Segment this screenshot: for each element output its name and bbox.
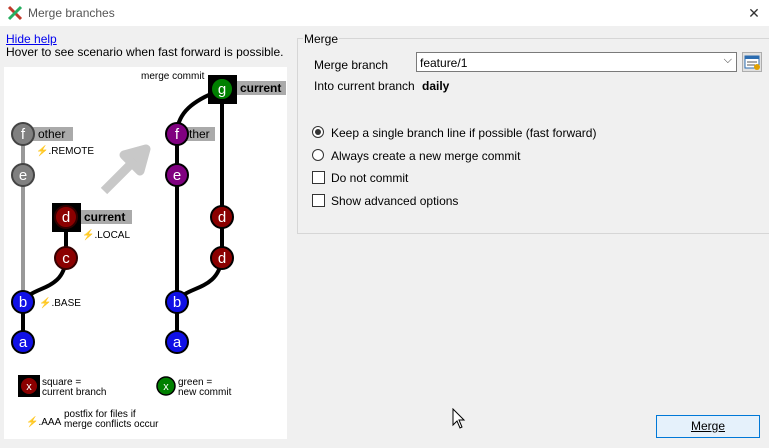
merge-commit-label: merge commit — [141, 71, 205, 82]
merge-branch-value: feature/1 — [420, 56, 468, 70]
commit-c-label: c — [62, 250, 70, 267]
transition-arrow — [100, 144, 151, 195]
do-not-commit-checkbox[interactable] — [312, 171, 325, 184]
commit-a-label: a — [19, 334, 28, 351]
legend-green-x: x — [163, 381, 169, 393]
always-merge-commit-label[interactable]: Always create a new merge commit — [331, 149, 520, 163]
merge-branch-label: Merge branch — [314, 58, 389, 72]
commit-e-after-label: e — [173, 167, 181, 184]
commit-d-label: d — [62, 209, 70, 226]
merge-button[interactable]: Merge — [656, 415, 760, 438]
git-extensions-icon — [7, 5, 23, 21]
legend-postfix-text-2: merge conflicts occur — [64, 419, 159, 430]
hide-help-link[interactable]: Hide help — [6, 32, 57, 46]
current-branch-value: daily — [422, 79, 450, 93]
commit-g-after-label: g — [218, 81, 226, 98]
close-icon: ✕ — [748, 5, 760, 21]
window-title: Merge branches — [28, 6, 115, 20]
local-postfix: .LOCAL — [94, 230, 130, 241]
merge-branch-dropdown[interactable]: feature/1 ⌵ — [416, 52, 737, 72]
commit-b-label: b — [19, 294, 27, 311]
mouse-cursor-icon — [452, 408, 466, 429]
commit-e-label: e — [19, 167, 27, 184]
local-label: ⚡.LOCAL — [82, 228, 130, 241]
after-current-label: current — [240, 81, 281, 95]
title-bar: Merge branches ✕ — [0, 0, 769, 26]
fast-forward-radio[interactable] — [312, 126, 324, 138]
commit-d-after-2-label: d — [218, 250, 226, 267]
remote-label: ⚡.REMOTE — [36, 144, 94, 157]
base-postfix: .BASE — [51, 298, 81, 309]
legend-postfix-marker: ⚡.AAA — [26, 415, 62, 428]
merge-group-title: Merge — [303, 32, 340, 46]
after-other-label: ther — [189, 127, 210, 141]
base-label: ⚡.BASE — [39, 296, 81, 309]
hover-hint-text: Hover to see scenario when fast forward … — [6, 45, 284, 59]
commit-a-after-label: a — [173, 334, 182, 351]
merge-button-label: Merge — [690, 419, 725, 433]
always-merge-commit-radio[interactable] — [312, 149, 324, 161]
show-advanced-label[interactable]: Show advanced options — [331, 194, 458, 208]
fast-forward-label[interactable]: Keep a single branch line if possible (f… — [331, 126, 596, 140]
remote-postfix: .REMOTE — [48, 146, 94, 157]
into-current-branch-label: Into current branch — [314, 79, 415, 93]
legend-green-text-2: new commit — [178, 387, 232, 398]
do-not-commit-label[interactable]: Do not commit — [331, 171, 408, 185]
close-button[interactable]: ✕ — [739, 0, 769, 26]
merge-help-diagram: other f ⚡.REMOTE e current d ⚡.LOCAL c b… — [4, 67, 287, 439]
legend-square-text-2: current branch — [42, 387, 106, 398]
browse-branches-button[interactable] — [742, 52, 762, 72]
legend-square-x: x — [26, 381, 32, 393]
commit-d-after-1-label: d — [218, 209, 226, 226]
show-advanced-checkbox[interactable] — [312, 194, 325, 207]
other-label: other — [38, 127, 65, 141]
current-label: current — [84, 210, 125, 224]
chevron-down-icon[interactable]: ⌵ — [724, 54, 732, 67]
branch-list-icon — [744, 55, 760, 70]
commit-b-after-label: b — [173, 294, 181, 311]
